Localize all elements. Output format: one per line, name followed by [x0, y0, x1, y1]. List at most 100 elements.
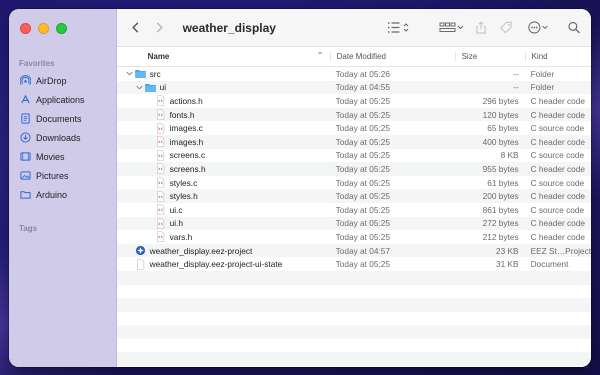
kind-cell: C source code [530, 150, 585, 161]
sidebar-item-arduino[interactable]: Arduino [9, 185, 116, 204]
downloads-icon [20, 132, 31, 143]
date-cell: Today at 05:25 [335, 259, 391, 270]
table-row[interactable]: src Today at 05:26 -- Folder [117, 67, 591, 81]
file-name: screens.c [169, 150, 206, 161]
maximize-window-button[interactable] [56, 22, 67, 34]
disclosure-chevron-icon[interactable] [135, 85, 145, 90]
share-icon [476, 21, 486, 34]
back-button[interactable] [127, 19, 145, 37]
name-cell: vars.h [117, 231, 330, 242]
empty-row [117, 339, 591, 353]
size-cell: 65 bytes [487, 123, 519, 134]
more-actions-button[interactable] [527, 19, 551, 37]
sidebar-item-movies[interactable]: Movies [9, 147, 116, 166]
column-size-header[interactable]: Size [454, 52, 525, 61]
name-cell: weather_display.eez-project-ui-state [117, 259, 330, 270]
file-name: ui.c [169, 204, 183, 215]
name-cell: weather_display.eez-project [117, 245, 330, 256]
name-cell: fonts.h [117, 109, 330, 120]
date-cell: Today at 05:25 [335, 123, 391, 134]
share-button[interactable] [475, 19, 487, 37]
name-cell: actions.h [117, 95, 330, 107]
size-cell: 955 bytes [482, 163, 519, 174]
kind-cell: C header code [530, 109, 586, 120]
main-pane: weather_display Name ⌃ Date Modified Siz… [116, 9, 591, 367]
movies-icon [20, 151, 31, 162]
empty-row [116, 352, 591, 367]
table-row[interactable]: styles.c Today at 05:25 61 bytes C source c… [117, 176, 591, 190]
sidebar-item-label: Arduino [36, 189, 68, 200]
date-cell: Today at 05:25 [335, 109, 391, 120]
file-name: styles.h [169, 191, 198, 202]
date-cell: Today at 05:25 [335, 163, 391, 174]
file-name: fonts.h [169, 109, 195, 120]
name-cell: images.c [117, 123, 330, 134]
table-row[interactable]: ui.c Today at 05:25 861 bytes C source code [117, 203, 591, 217]
pictures-icon [20, 170, 31, 181]
size-cell: -- [513, 68, 519, 79]
kind-cell: C header code [530, 95, 586, 106]
table-row[interactable]: ui Today at 04:55 -- Folder [116, 80, 591, 95]
c-code-file-icon [155, 150, 166, 161]
tag-icon [500, 21, 512, 34]
table-row[interactable]: vars.h Today at 05:25 212 bytes C header co… [117, 230, 591, 244]
grid-group-icon [439, 22, 464, 32]
size-cell: 61 bytes [487, 177, 519, 188]
applications-icon [20, 94, 31, 105]
empty-row [116, 298, 591, 312]
table-row[interactable]: weather_display.eez-project-ui-state Toda… [117, 257, 591, 271]
sidebar-item-applications[interactable]: Applications [9, 90, 116, 109]
date-cell: Today at 05:25 [335, 231, 391, 242]
table-row[interactable]: images.c Today at 05:25 65 bytes C source c… [117, 121, 591, 135]
disclosure-chevron-icon[interactable] [125, 71, 135, 76]
column-date-header[interactable]: Date Modified [329, 52, 455, 61]
date-cell: Today at 05:25 [335, 95, 391, 106]
size-cell: 861 bytes [482, 204, 519, 215]
view-options-button[interactable] [387, 19, 411, 37]
search-button[interactable] [567, 19, 581, 37]
minimize-window-button[interactable] [38, 22, 49, 34]
finder-window: Favorites AirDrop Applications Documents… [9, 9, 591, 367]
sidebar-item-downloads[interactable]: Downloads [9, 128, 116, 147]
table-row[interactable]: ui.h Today at 05:25 272 bytes C header code [116, 216, 591, 231]
date-cell: Today at 04:55 [335, 82, 391, 93]
c-code-file-icon [155, 109, 166, 120]
column-kind-header[interactable]: Kind [524, 52, 591, 61]
c-code-file-icon [155, 163, 166, 174]
sort-chevron-icon: ⌃ [316, 51, 324, 60]
file-name: ui [159, 82, 167, 93]
table-row[interactable]: weather_display.eez-project Today at 04:5… [116, 243, 591, 258]
table-row[interactable]: screens.c Today at 05:25 8 KB C source code [117, 149, 591, 163]
sidebar: Favorites AirDrop Applications Documents… [9, 9, 117, 367]
c-code-file-icon [155, 204, 166, 215]
table-row[interactable]: fonts.h Today at 05:25 120 bytes C header c… [116, 107, 591, 122]
table-row[interactable]: actions.h Today at 05:25 296 bytes C header… [117, 94, 591, 108]
sidebar-item-documents[interactable]: Documents [9, 109, 116, 128]
sidebar-item-label: Applications [36, 94, 85, 105]
sidebar-item-label: Pictures [36, 170, 69, 181]
kind-cell: Folder [530, 68, 555, 79]
kind-cell: EEZ St…Project [530, 245, 591, 256]
kind-cell: Folder [530, 82, 555, 93]
column-name-header[interactable]: Name ⌃ [117, 51, 330, 61]
tag-button[interactable] [499, 19, 513, 37]
sidebar-item-airdrop[interactable]: AirDrop [9, 71, 116, 90]
close-window-button[interactable] [20, 22, 31, 34]
table-row[interactable]: images.h Today at 05:25 400 bytes C header … [116, 134, 591, 149]
date-cell: Today at 05:25 [335, 136, 391, 147]
file-name: weather_display.eez-project-ui-state [149, 259, 283, 270]
table-row[interactable]: styles.h Today at 05:25 200 bytes C header … [116, 189, 591, 203]
group-button[interactable] [439, 19, 465, 37]
search-icon [568, 21, 580, 34]
name-cell: src [117, 68, 330, 79]
size-cell: 212 bytes [482, 231, 519, 242]
kind-cell: C source code [530, 177, 585, 188]
date-cell: Today at 05:25 [335, 191, 391, 202]
file-name: src [149, 68, 161, 79]
forward-button[interactable] [151, 19, 169, 37]
folder-icon [134, 68, 146, 79]
name-cell: images.h [117, 136, 330, 147]
table-row[interactable]: screens.h Today at 05:25 955 bytes C header… [116, 162, 591, 176]
chevron-right-icon [156, 22, 163, 33]
sidebar-item-pictures[interactable]: Pictures [9, 166, 116, 185]
